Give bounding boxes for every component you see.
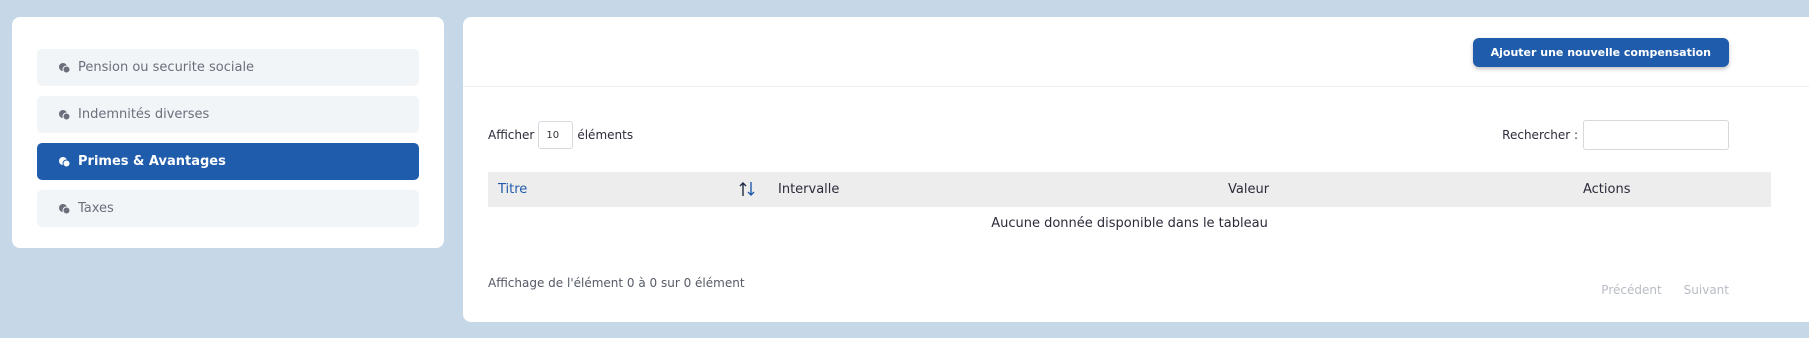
chat-bubbles-icon	[57, 60, 72, 75]
chat-bubbles-icon	[57, 107, 72, 122]
sidebar-item-label: Pension ou securite sociale	[78, 60, 255, 75]
table-info: Affichage de l'élément 0 à 0 sur 0 éléme…	[488, 276, 745, 290]
sidebar-item-indemnites[interactable]: Indemnités diverses	[37, 96, 419, 133]
search-label: Rechercher :	[1502, 128, 1578, 142]
page-length-select[interactable]	[538, 121, 574, 149]
search-input[interactable]	[1583, 120, 1729, 150]
column-header-label: Titre	[498, 182, 528, 197]
chat-bubbles-icon	[57, 201, 72, 216]
sidebar-item-primes[interactable]: Primes & Avantages	[37, 143, 419, 180]
table-row: Aucune donnée disponible dans le tableau	[488, 207, 1771, 239]
column-header-intervalle[interactable]: Intervalle	[768, 172, 1218, 207]
table-controls: Afficher éléments Rechercher :	[488, 120, 1729, 150]
column-header-label: Intervalle	[778, 182, 840, 197]
column-header-titre[interactable]: Titre	[488, 172, 768, 207]
sidebar-item-label: Indemnités diverses	[78, 107, 210, 122]
next-page-button[interactable]: Suivant	[1684, 283, 1729, 297]
card-header: Ajouter une nouvelle compensation	[463, 17, 1809, 87]
sidebar-item-label: Primes & Avantages	[78, 154, 226, 169]
column-header-actions[interactable]: Actions	[1573, 172, 1771, 207]
main-card: Ajouter une nouvelle compensation Affich…	[463, 17, 1809, 322]
column-header-valeur[interactable]: Valeur	[1218, 172, 1573, 207]
sidebar-item-pension[interactable]: Pension ou securite sociale	[37, 49, 419, 86]
empty-table-message: Aucune donnée disponible dans le tableau	[991, 215, 1268, 231]
column-header-label: Valeur	[1228, 182, 1270, 197]
table-header-row: Titre Intervalle Valeur Actions	[488, 172, 1771, 207]
page: Pension ou securite sociale Indemnités d…	[0, 0, 1809, 338]
pagination: Précédent Suivant	[1601, 283, 1729, 297]
sidebar-item-label: Taxes	[78, 201, 114, 216]
search-wrapper: Rechercher :	[1502, 120, 1729, 150]
sidebar-item-taxes[interactable]: Taxes	[37, 190, 419, 227]
add-compensation-button[interactable]: Ajouter une nouvelle compensation	[1472, 38, 1729, 67]
show-prefix-label: Afficher	[488, 128, 535, 142]
show-suffix-label: éléments	[577, 128, 634, 142]
column-header-label: Actions	[1583, 182, 1631, 197]
sort-arrows-icon	[738, 181, 756, 201]
chat-bubbles-icon	[57, 154, 72, 169]
previous-page-button[interactable]: Précédent	[1601, 283, 1661, 297]
compensation-table: Titre Intervalle Valeur Actions Aucune d…	[488, 172, 1771, 239]
sidebar-card: Pension ou securite sociale Indemnités d…	[12, 17, 444, 248]
